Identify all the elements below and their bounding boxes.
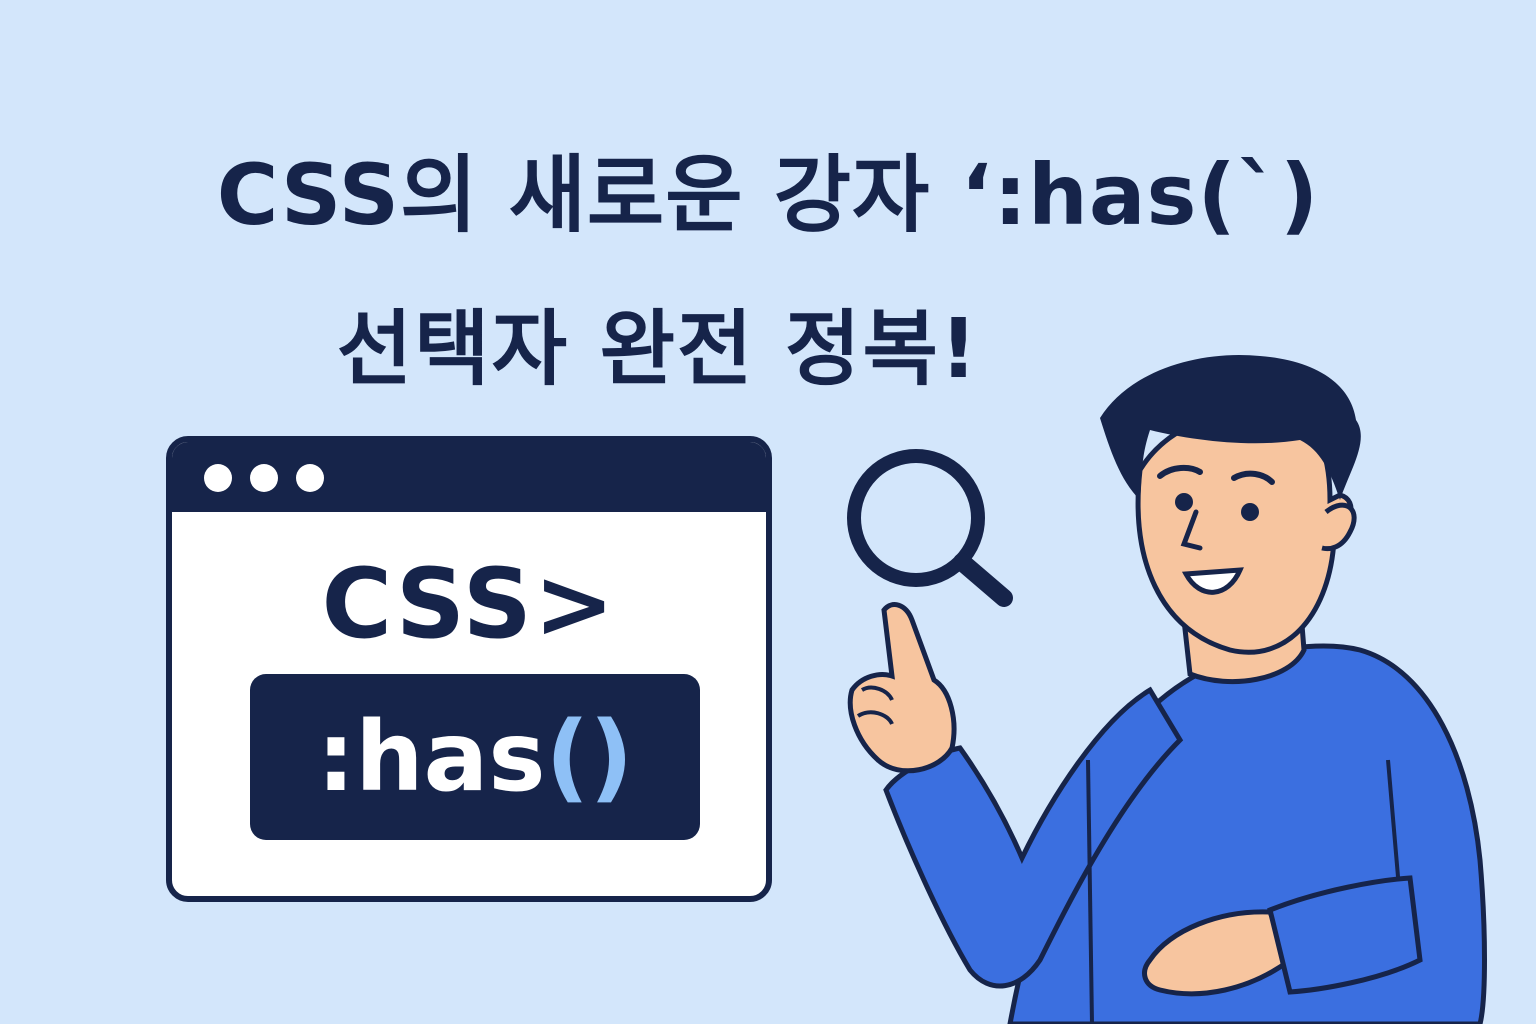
magnifying-glass-icon	[847, 449, 1013, 607]
illustration-layer	[847, 354, 1487, 1024]
person-illustration	[847, 354, 1487, 1024]
